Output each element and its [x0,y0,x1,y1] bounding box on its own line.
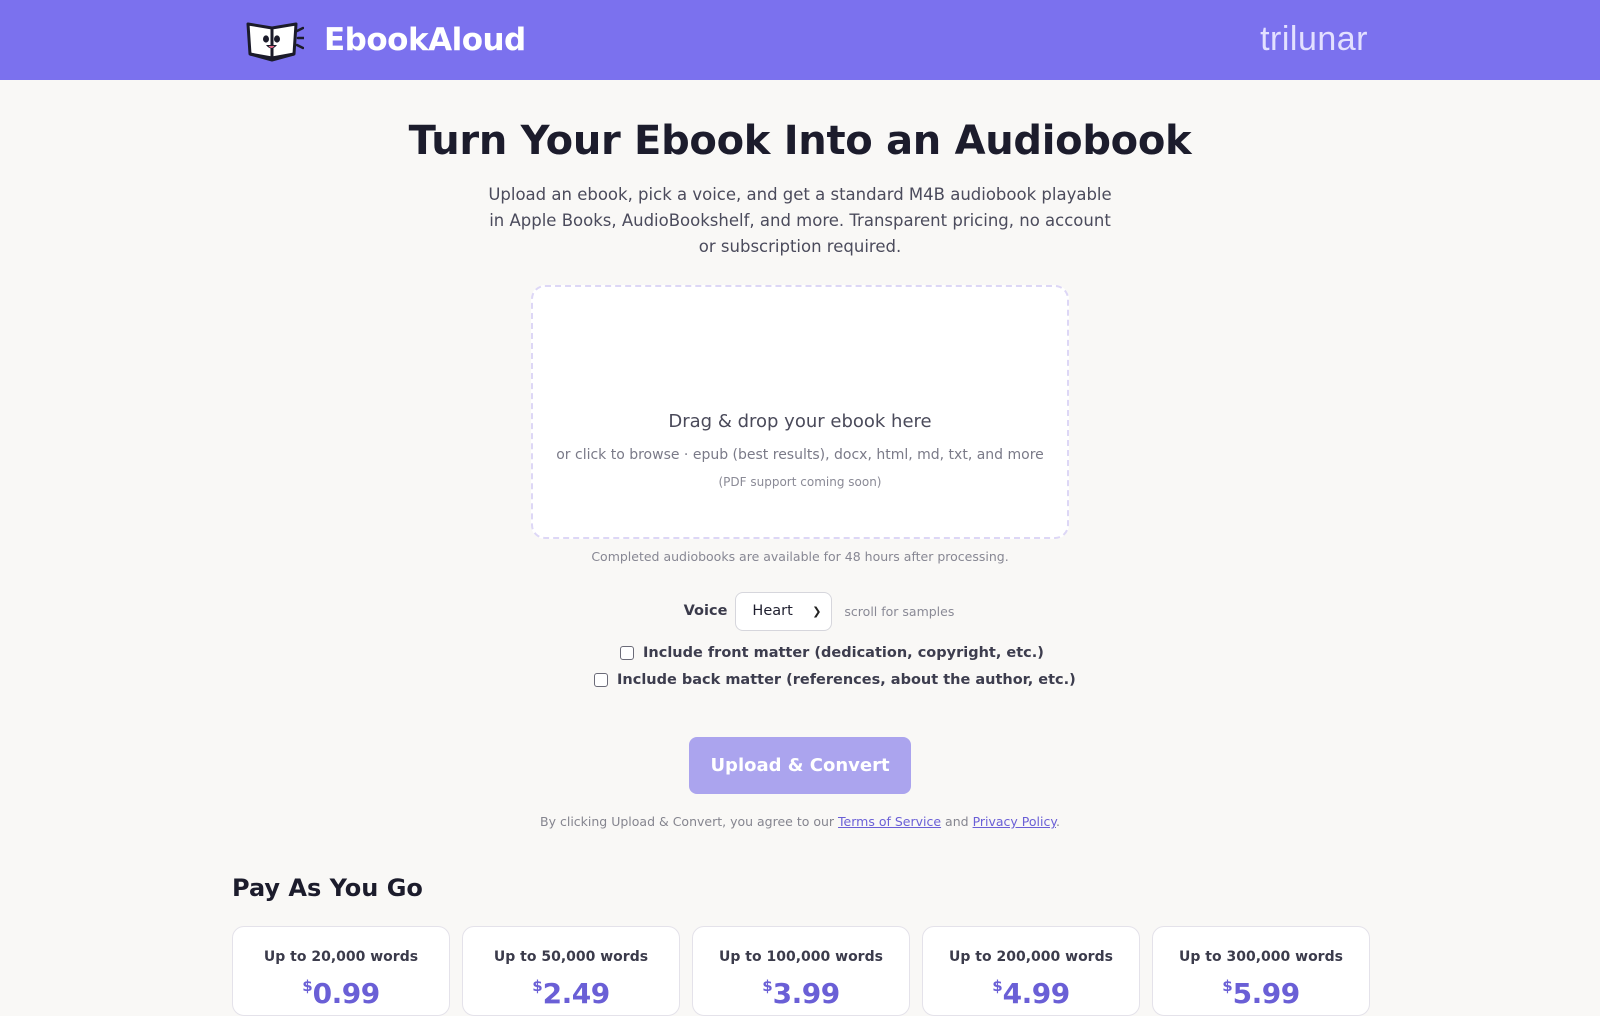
back-matter-checkbox[interactable] [594,673,608,687]
page-subtitle: Upload an ebook, pick a voice, and get a… [488,185,1112,256]
plan-price: $0.99 [233,977,449,1010]
pricing-card[interactable]: Up to 100,000 words $3.99 [692,926,910,1016]
plan-word-limit: Up to 20,000 words [263,949,419,965]
front-matter-label: Include front matter (dedication, copyri… [643,645,1044,661]
legal-prefix: By clicking Upload & Convert, you agree … [540,814,835,829]
pricing-title: Pay As You Go [232,874,423,902]
partner-logo[interactable]: trilunar [1238,18,1368,60]
plan-price: $3.99 [693,977,909,1010]
page-title: Turn Your Ebook Into an Audiobook [408,118,1192,164]
plan-amount: 5.99 [1232,977,1301,1010]
plan-word-limit: Up to 50,000 words [493,949,649,965]
plan-word-limit: Up to 300,000 words [1179,949,1343,965]
plan-price: $2.49 [463,977,679,1010]
plan-price: $5.99 [1153,977,1369,1010]
front-matter-option[interactable]: Include front matter (dedication, copyri… [620,641,1044,665]
currency-symbol: $ [762,977,773,995]
dropzone-title: Drag & drop your ebook here [668,411,932,432]
top-header-bar: EbookAloud trilunar [0,0,1600,80]
pricing-card[interactable]: Up to 200,000 words $4.99 [922,926,1140,1016]
plan-amount: 0.99 [312,977,381,1010]
voice-hint: scroll for samples [844,603,955,619]
back-matter-option[interactable]: Include back matter (references, about t… [594,668,1076,692]
plan-word-limit: Up to 200,000 words [949,949,1113,965]
voice-select[interactable]: Heart ❯ [735,591,833,631]
plan-word-limit: Up to 100,000 words [719,949,883,965]
upload-convert-button[interactable]: Upload & Convert [689,737,911,794]
legal-and: and [945,814,969,829]
pricing-card[interactable]: Up to 300,000 words $5.99 [1152,926,1370,1016]
voice-row: Voice Heart ❯ scroll for samples [600,591,1000,631]
pricing-plans: Up to 20,000 words $0.99 Up to 50,000 wo… [232,926,1370,1016]
voice-select-value: Heart [752,603,793,619]
plan-price: $4.99 [923,977,1139,1010]
pricing-card[interactable]: Up to 50,000 words $2.49 [462,926,680,1016]
terms-link[interactable]: Terms of Service [838,814,941,829]
file-dropzone[interactable]: Drag & drop your ebook here or click to … [531,285,1069,539]
brand-link[interactable]: EbookAloud [244,18,526,62]
currency-symbol: $ [1222,977,1233,995]
legal-notice: By clicking Upload & Convert, you agree … [450,814,1150,829]
chevron-down-icon: ❯ [812,604,822,618]
currency-symbol: $ [302,977,313,995]
front-matter-checkbox[interactable] [620,646,634,660]
plan-amount: 3.99 [772,977,841,1010]
dropzone-note: (PDF support coming soon) [718,475,882,489]
back-matter-label: Include back matter (references, about t… [617,672,1076,688]
brand-name: EbookAloud [324,22,526,58]
voice-label: Voice [683,603,728,619]
legal-suffix: . [1055,814,1060,829]
currency-symbol: $ [532,977,543,995]
plan-amount: 2.49 [542,977,611,1010]
retention-note: Completed audiobooks are available for 4… [591,549,1009,564]
dropzone-subtitle: or click to browse · epub (best results)… [556,447,1044,463]
pricing-card[interactable]: Up to 20,000 words $0.99 [232,926,450,1016]
privacy-link[interactable]: Privacy Policy [973,814,1056,829]
plan-amount: 4.99 [1002,977,1071,1010]
book-mascot-icon [246,22,304,62]
currency-symbol: $ [992,977,1003,995]
